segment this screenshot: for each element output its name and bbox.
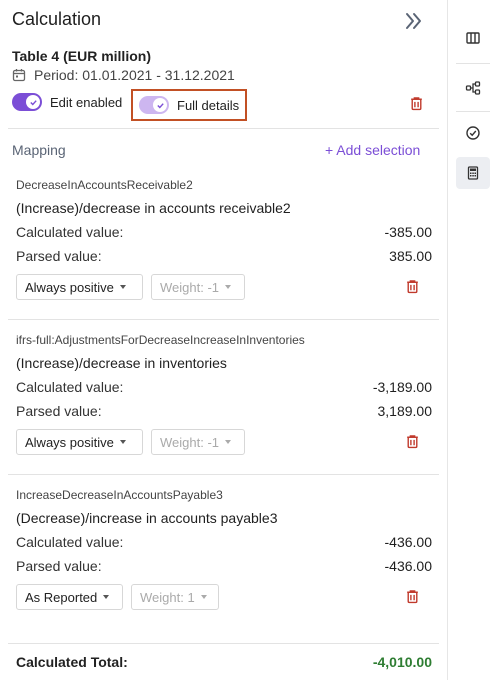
parsed-value: 3,189.00 bbox=[377, 403, 433, 419]
mapping-item: ifrs-full:AdjustmentsForDecreaseIncrease… bbox=[16, 333, 432, 457]
item-tag: ifrs-full:AdjustmentsForDecreaseIncrease… bbox=[16, 333, 305, 347]
calculated-value-label: Calculated value: bbox=[16, 224, 124, 240]
period-info: Period: 01.01.2021 - 31.12.2021 bbox=[12, 67, 235, 83]
calculated-total-value: -4,010.00 bbox=[372, 654, 432, 670]
item-name: (Increase)/decrease in inventories bbox=[16, 355, 227, 371]
chevron-down-icon bbox=[119, 285, 126, 289]
item-name: (Increase)/decrease in accounts receivab… bbox=[16, 200, 291, 216]
item-tag: DecreaseInAccountsReceivable2 bbox=[16, 178, 193, 192]
weight-select-value: Weight: -1 bbox=[160, 279, 220, 295]
chevron-down-icon bbox=[200, 595, 207, 599]
delete-item-icon[interactable] bbox=[405, 279, 420, 294]
calculated-total-row: Calculated Total: -4,010.00 bbox=[16, 654, 432, 670]
full-details-label: Full details bbox=[177, 97, 240, 113]
sign-select-value: Always positive bbox=[25, 434, 114, 450]
weight-select[interactable]: Weight: -1 bbox=[151, 274, 245, 300]
weight-select[interactable]: Weight: -1 bbox=[151, 429, 245, 455]
hierarchy-icon[interactable] bbox=[456, 72, 490, 104]
split-panel-icon[interactable] bbox=[456, 22, 490, 54]
parsed-value-label: Parsed value: bbox=[16, 558, 102, 574]
parsed-value-row: Parsed value: 385.00 bbox=[16, 248, 432, 264]
mapping-item: IncreaseDecreaseInAccountsPayable3 (Decr… bbox=[16, 488, 432, 612]
panel-title: Calculation bbox=[12, 9, 102, 29]
full-details-highlight: Full details bbox=[131, 89, 247, 121]
calculated-value-label: Calculated value: bbox=[16, 534, 124, 550]
table-title: Table 4 (EUR million) bbox=[12, 48, 151, 64]
delete-item-icon[interactable] bbox=[405, 434, 420, 449]
weight-select[interactable]: Weight: 1 bbox=[131, 584, 219, 610]
calculated-total-label: Calculated Total: bbox=[16, 654, 128, 670]
item-tag: IncreaseDecreaseInAccountsPayable3 bbox=[16, 488, 223, 502]
sign-select-value: Always positive bbox=[25, 279, 114, 295]
sign-select-value: As Reported bbox=[25, 589, 98, 605]
delete-calculation-icon[interactable] bbox=[409, 96, 424, 111]
parsed-value-row: Parsed value: -436.00 bbox=[16, 558, 432, 574]
divider bbox=[8, 128, 439, 129]
period-text: Period: 01.01.2021 - 31.12.2021 bbox=[34, 67, 235, 83]
weight-select-value: Weight: 1 bbox=[140, 589, 195, 605]
parsed-value-label: Parsed value: bbox=[16, 403, 102, 419]
add-selection-button[interactable]: + Add selection bbox=[325, 142, 420, 158]
mapping-heading: Mapping bbox=[12, 142, 66, 158]
sign-select[interactable]: As Reported bbox=[16, 584, 123, 610]
calculator-icon[interactable] bbox=[456, 157, 490, 189]
calculated-value: -385.00 bbox=[384, 224, 432, 240]
sign-select[interactable]: Always positive bbox=[16, 274, 143, 300]
calculated-value: -436.00 bbox=[384, 534, 432, 550]
toolbar-divider bbox=[456, 63, 490, 64]
delete-item-icon[interactable] bbox=[405, 589, 420, 604]
edit-toggle-row: Edit enabled bbox=[12, 93, 122, 111]
divider bbox=[8, 319, 439, 320]
item-name: (Decrease)/increase in accounts payable3 bbox=[16, 510, 278, 526]
chevron-down-icon bbox=[225, 440, 232, 444]
check-circle-icon[interactable] bbox=[456, 117, 490, 149]
calculated-value: -3,189.00 bbox=[372, 379, 432, 395]
calendar-icon bbox=[12, 69, 26, 82]
chevron-down-icon bbox=[103, 595, 110, 599]
toolbar-divider bbox=[456, 111, 490, 112]
full-details-toggle[interactable] bbox=[139, 96, 169, 114]
parsed-value: 385.00 bbox=[389, 248, 432, 264]
divider bbox=[8, 643, 439, 644]
parsed-value-row: Parsed value: 3,189.00 bbox=[16, 403, 432, 419]
edit-enabled-toggle[interactable] bbox=[12, 93, 42, 111]
calculated-value-row: Calculated value: -385.00 bbox=[16, 224, 432, 240]
chevron-down-icon bbox=[119, 440, 126, 444]
mapping-item: DecreaseInAccountsReceivable2 (Increase)… bbox=[16, 178, 432, 302]
weight-select-value: Weight: -1 bbox=[160, 434, 220, 450]
sign-select[interactable]: Always positive bbox=[16, 429, 143, 455]
calculated-value-label: Calculated value: bbox=[16, 379, 124, 395]
divider bbox=[8, 474, 439, 475]
chevron-down-icon bbox=[225, 285, 232, 289]
calculation-panel: Calculation Table 4 (EUR million) Period… bbox=[0, 0, 447, 680]
parsed-value-label: Parsed value: bbox=[16, 248, 102, 264]
side-toolbar bbox=[447, 0, 497, 680]
calculated-value-row: Calculated value: -436.00 bbox=[16, 534, 432, 550]
edit-enabled-label: Edit enabled bbox=[50, 94, 123, 110]
calculated-value-row: Calculated value: -3,189.00 bbox=[16, 379, 432, 395]
collapse-panel-icon[interactable] bbox=[402, 10, 424, 32]
parsed-value: -436.00 bbox=[384, 558, 432, 574]
